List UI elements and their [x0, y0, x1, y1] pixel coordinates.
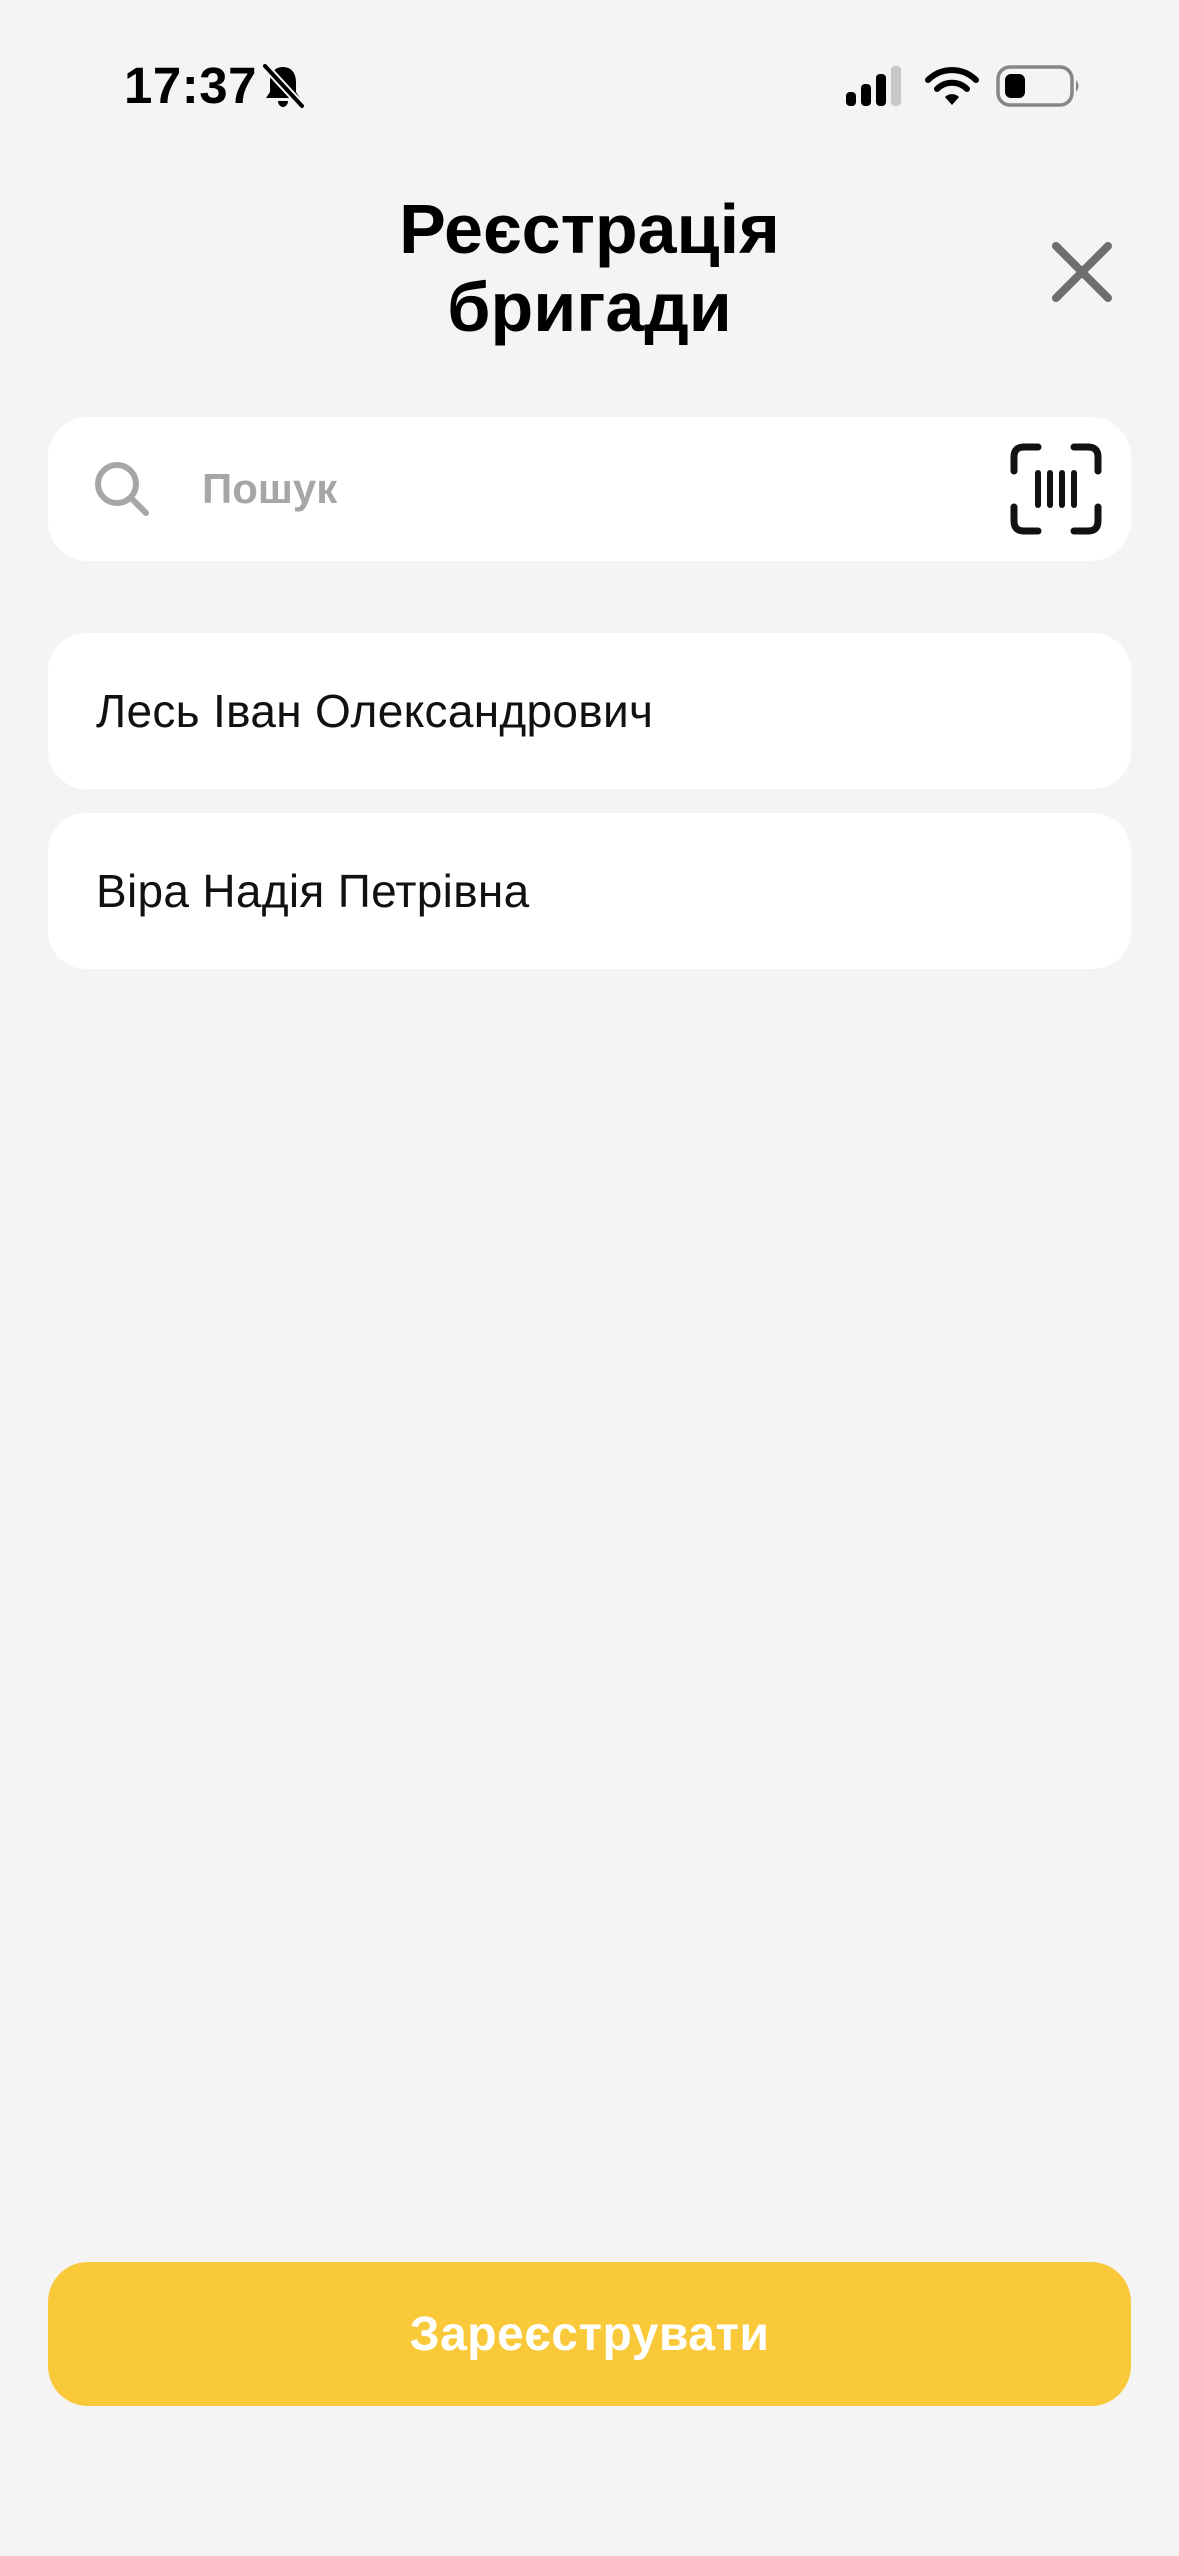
barcode-scan-button[interactable] — [1010, 443, 1102, 535]
member-list: Лесь Іван Олександрович Віра Надія Петрі… — [48, 633, 1131, 993]
status-bar: 17:37 — [0, 0, 1179, 150]
bell-slash-icon — [261, 62, 306, 110]
list-item-label: Віра Надія Петрівна — [96, 865, 530, 917]
barcode-scan-icon — [1010, 443, 1102, 535]
search-input[interactable] — [202, 447, 1002, 531]
register-button-label: Зареєструвати — [409, 2307, 770, 2361]
page-title: Реєстрація бригади — [399, 190, 780, 346]
search-icon — [95, 462, 149, 516]
status-time: 17:37 — [124, 57, 257, 114]
list-item[interactable]: Лесь Іван Олександрович — [48, 633, 1131, 789]
wifi-icon — [925, 67, 979, 105]
battery-icon — [996, 65, 1079, 107]
close-icon — [1052, 242, 1112, 302]
list-item-label: Лесь Іван Олександрович — [96, 685, 654, 737]
close-button[interactable] — [1040, 230, 1124, 314]
register-button[interactable]: Зареєструвати — [48, 2262, 1131, 2406]
cellular-signal-icon — [846, 66, 901, 106]
list-item[interactable]: Віра Надія Петрівна — [48, 813, 1131, 969]
search-bar — [48, 417, 1131, 561]
